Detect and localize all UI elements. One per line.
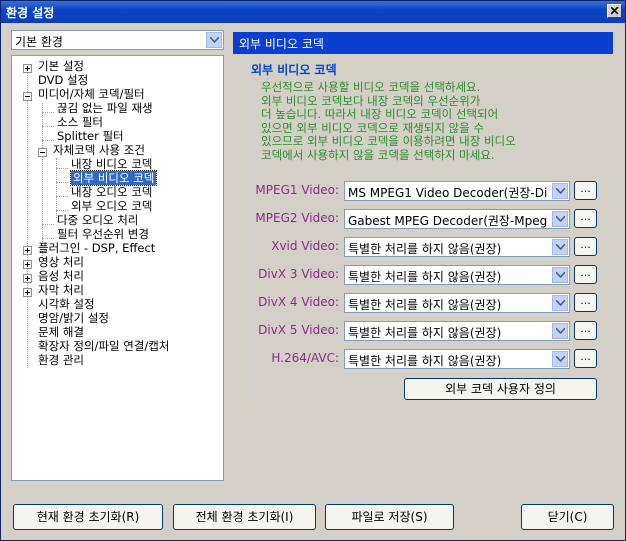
codec-select-value: 특별한 처리를 하지 않음(권장) xyxy=(348,354,502,368)
chevron-down-icon[interactable] xyxy=(552,183,568,199)
description-line: 우선적으로 사용할 비디오 코덱을 선택하세요. xyxy=(261,80,481,94)
codec-options-button[interactable]: ... xyxy=(574,181,597,200)
description-line: 있으므로 외부 비디오 코덱을 이용하려면 내장 비디오 xyxy=(261,134,516,148)
chevron-down-icon[interactable] xyxy=(552,211,568,227)
tree-item[interactable]: 자막 처리 xyxy=(38,283,84,297)
codec-select-value: 특별한 처리를 하지 않음(권장) xyxy=(348,242,502,256)
codec-label: DivX 5 Video: xyxy=(258,323,339,337)
description-line: 코덱에서 사용하지 않을 코덱을 선택하지 마세요. xyxy=(261,147,495,162)
codec-select-value: 특별한 처리를 하지 않음(권장) xyxy=(348,298,502,312)
expand-icon[interactable] xyxy=(23,246,32,255)
tree-item[interactable]: 시각화 설정 xyxy=(38,297,95,311)
codec-options-button[interactable]: ... xyxy=(574,209,597,228)
expand-icon[interactable] xyxy=(23,288,32,297)
codec-options-button[interactable]: ... xyxy=(574,321,597,340)
codec-select[interactable]: 특별한 처리를 하지 않음(권장) xyxy=(344,293,570,313)
codec-select-value: MS MPEG1 Video Decoder(권장-Dir xyxy=(348,186,548,200)
window-title: 환경 설정 xyxy=(6,6,55,20)
tree-item[interactable]: 환경 관리 xyxy=(38,353,84,367)
close-window-button[interactable] xyxy=(607,4,622,18)
panel-header-title: 외부 비디오 코덱 xyxy=(239,37,324,51)
tree-item[interactable]: 끊김 없는 파일 재생 xyxy=(57,101,153,115)
expand-icon[interactable] xyxy=(23,274,32,283)
tree-item[interactable]: 플러그인 - DSP, Effect xyxy=(38,241,155,255)
tree-item[interactable]: 문제 해결 xyxy=(38,325,84,339)
codec-options-button[interactable]: ... xyxy=(574,237,597,256)
chevron-down-icon[interactable] xyxy=(552,295,568,311)
tree-item-selected[interactable]: 외부 비디오 코덱 xyxy=(69,170,158,186)
tree-item[interactable]: Splitter 필터 xyxy=(57,129,124,143)
codec-select-value: 특별한 처리를 하지 않음(권장) xyxy=(348,270,502,284)
tree-item[interactable]: DVD 설정 xyxy=(38,73,88,87)
tree-item[interactable]: 자체코덱 사용 조건 xyxy=(53,143,145,157)
description-line: 더 높습니다. 따라서 내장 비디오 코덱이 선택되어 xyxy=(261,107,499,121)
codec-label: DivX 4 Video: xyxy=(258,295,339,309)
tree-item[interactable]: 영상 처리 xyxy=(38,255,84,269)
description: 우선적으로 사용할 비디오 코덱을 선택하세요. 외부 비디오 코덱보다 내장 … xyxy=(261,80,561,162)
reset-all-button[interactable]: 전체 환경 초기화(I) xyxy=(173,504,316,530)
tree-item[interactable]: 확장자 정의/파일 연결/캡처 xyxy=(38,339,169,353)
codec-label: Xvid Video: xyxy=(271,239,339,253)
tree-item[interactable]: 필터 우선순위 변경 xyxy=(57,227,149,241)
expand-icon[interactable] xyxy=(23,260,32,269)
codec-options-button[interactable]: ... xyxy=(574,293,597,312)
codec-select[interactable]: Gabest MPEG Decoder(권장-Mpeg2 xyxy=(344,209,570,229)
chevron-down-icon[interactable] xyxy=(552,323,568,339)
save-to-file-button[interactable]: 파일로 저장(S) xyxy=(325,504,454,530)
tree-item[interactable]: 외부 오디오 코덱 xyxy=(71,199,152,213)
tree-item[interactable]: 음성 처리 xyxy=(38,269,84,283)
chevron-down-icon[interactable] xyxy=(552,351,568,367)
codec-select[interactable]: 특별한 처리를 하지 않음(권장) xyxy=(344,237,570,257)
tree-item[interactable]: 다중 오디오 처리 xyxy=(57,213,138,227)
tree-item[interactable]: 내장 비디오 코덱 xyxy=(71,157,152,171)
panel-header: 외부 비디오 코덱 xyxy=(233,32,613,54)
tree-item[interactable]: 미디어/자체 코덱/필터 xyxy=(38,87,145,101)
preferences-window: 환경 설정 기본 환경 기본 설정 DVD 설정 미디어/자체 코덱/필터 끊김… xyxy=(0,0,626,541)
codec-select[interactable]: 특별한 처리를 하지 않음(권장) xyxy=(344,349,570,369)
preset-combo-value: 기본 환경 xyxy=(15,35,63,49)
preset-combo[interactable]: 기본 환경 xyxy=(11,30,224,50)
close-icon xyxy=(611,7,619,15)
codec-select[interactable]: MS MPEG1 Video Decoder(권장-Dir xyxy=(344,181,570,201)
codec-options-button[interactable]: ... xyxy=(574,265,597,284)
description-line: 외부 비디오 코덱보다 내장 코덱의 우선순위가 xyxy=(261,93,481,108)
title-bar[interactable]: 환경 설정 xyxy=(1,1,625,23)
codec-label: DivX 3 Video: xyxy=(258,267,339,281)
collapse-icon[interactable] xyxy=(38,148,47,157)
chevron-down-icon[interactable] xyxy=(552,239,568,255)
tree-item[interactable]: 소스 필터 xyxy=(57,115,103,129)
codec-label: MPEG1 Video: xyxy=(255,183,339,197)
codec-select-value: 특별한 처리를 하지 않음(권장) xyxy=(348,326,502,340)
custom-codec-button[interactable]: 외부 코덱 사용자 정의 xyxy=(404,378,597,400)
description-line: 있으면 외부 비디오 코덱으로 재생되지 않을 수 xyxy=(261,120,484,135)
close-button[interactable]: 닫기(C) xyxy=(521,504,614,530)
codec-label: MPEG2 Video: xyxy=(255,211,339,225)
tree-item[interactable]: 기본 설정 xyxy=(38,59,84,73)
group-title: 외부 비디오 코덱 xyxy=(248,61,340,78)
chevron-down-icon[interactable] xyxy=(552,267,568,283)
expand-icon[interactable] xyxy=(23,64,32,73)
tree-item[interactable]: 명암/밝기 설정 xyxy=(38,311,109,325)
codec-select[interactable]: 특별한 처리를 하지 않음(권장) xyxy=(344,265,570,285)
settings-tree[interactable]: 기본 설정 DVD 설정 미디어/자체 코덱/필터 끊김 없는 파일 재생 소스… xyxy=(11,55,224,481)
chevron-down-icon[interactable] xyxy=(206,32,222,48)
codec-options-button[interactable]: ... xyxy=(574,349,597,368)
codec-select-value: Gabest MPEG Decoder(권장-Mpeg2 xyxy=(348,214,548,228)
collapse-icon[interactable] xyxy=(23,92,32,101)
codec-label: H.264/AVC: xyxy=(271,351,339,365)
reset-current-button[interactable]: 현재 환경 초기화(R) xyxy=(13,504,163,530)
tree-item[interactable]: 내장 오디오 코덱 xyxy=(71,185,152,199)
codec-select[interactable]: 특별한 처리를 하지 않음(권장) xyxy=(344,321,570,341)
